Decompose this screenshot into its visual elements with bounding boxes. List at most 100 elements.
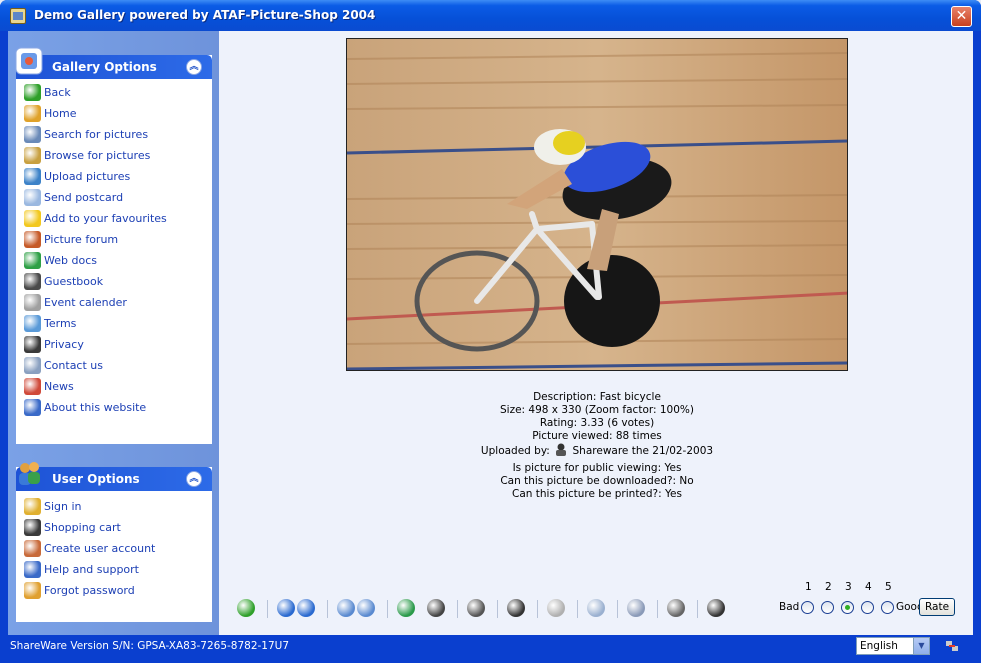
downloadable-text: Can this picture be downloaded?: No — [500, 475, 694, 487]
sidebar-item-item-label: Home — [44, 107, 77, 120]
printable-text: Can this picture be printed?: Yes — [512, 488, 682, 500]
sidebar-item-item-label: Send postcard — [44, 191, 124, 204]
globe-doc-icon — [24, 252, 41, 269]
toolbar-separator — [387, 600, 388, 618]
picture-toolbar — [219, 591, 973, 621]
window-title: Demo Gallery powered by ATAF-Picture-Sho… — [34, 8, 376, 22]
home-icon — [24, 105, 41, 122]
uploader-icon — [556, 443, 567, 456]
favourite-icon[interactable] — [427, 599, 445, 617]
sidebar-item-item-label: About this website — [44, 401, 147, 414]
user-options-header[interactable]: User Options ︽ — [16, 467, 212, 491]
user-item-item-label: Shopping cart — [44, 521, 121, 534]
rating-number-5: 5 — [885, 581, 892, 593]
magnifier-icon — [24, 126, 41, 143]
sidebar-item-item-label: Contact us — [44, 359, 103, 372]
description-text: Description: Fast bicycle — [533, 391, 661, 403]
rating-radio-1[interactable] — [801, 601, 814, 614]
user-options-title: User Options — [52, 472, 140, 486]
download-icon[interactable] — [667, 599, 685, 617]
chevron-down-icon[interactable]: ▼ — [913, 638, 929, 654]
close-button[interactable]: ✕ — [951, 6, 972, 27]
status-bar: ShareWare Version S/N: GPSA-XA83-7265-87… — [0, 635, 981, 663]
app-window: Demo Gallery powered by ATAF-Picture-Sho… — [0, 0, 981, 663]
sidebar: Gallery Options ︽ Back Home Search for pic… — [8, 31, 219, 635]
help-icon — [24, 561, 41, 578]
author-icon[interactable] — [507, 599, 525, 617]
fit-icon[interactable] — [397, 599, 415, 617]
user-item-item-label: Forgot password — [44, 584, 135, 597]
sidebar-item-item-label: Picture forum — [44, 233, 119, 246]
back-arrow-icon — [24, 84, 41, 101]
uploaded-by[interactable]: Shareware the 21/02-2003 — [573, 445, 714, 457]
public-viewing-text: Is picture for public viewing: Yes — [512, 462, 682, 474]
rating-text: Rating: 3.33 (6 votes) — [539, 417, 655, 429]
toolbar-separator — [577, 600, 578, 618]
toolbar-separator — [537, 600, 538, 618]
size-text: Size: 498 x 330 (Zoom factor: 100%) — [499, 404, 694, 416]
gallery-logo-icon — [15, 47, 43, 75]
collapse-icon[interactable]: ︽ — [186, 59, 202, 75]
bicycle-picture — [347, 39, 847, 370]
user-item-item-label: Sign in — [44, 500, 82, 513]
browse-icon — [24, 147, 41, 164]
print-icon[interactable] — [627, 599, 645, 617]
sidebar-item-item-label: Guestbook — [44, 275, 104, 288]
contact-icon — [24, 357, 41, 374]
news-icon — [24, 378, 41, 395]
rating-number-1: 1 — [805, 581, 812, 593]
language-value: English — [860, 640, 898, 652]
gallery-options-header[interactable]: Gallery Options ︽ — [16, 55, 212, 79]
zoom-out-icon[interactable] — [357, 599, 375, 617]
zoom-in-icon[interactable] — [337, 599, 355, 617]
toolbar-separator — [267, 600, 268, 618]
main-content: Description: Fast bicycle Size: 498 x 33… — [219, 31, 973, 635]
rating-number-3: 3 — [845, 581, 852, 593]
next-icon[interactable] — [297, 599, 315, 617]
people-icon — [24, 231, 41, 248]
sidebar-item-item-label: Back — [44, 86, 71, 99]
rate-button[interactable]: Rate — [919, 598, 955, 616]
forum-icon[interactable] — [467, 599, 485, 617]
title-bar[interactable]: Demo Gallery powered by ATAF-Picture-Sho… — [0, 0, 981, 31]
rating-radio-3[interactable] — [841, 601, 854, 614]
help-icon — [24, 399, 41, 416]
user-item-item-label: Create user account — [44, 542, 156, 555]
rating-radio-5[interactable] — [881, 601, 894, 614]
privacy-icon — [24, 336, 41, 353]
rating-radio-2[interactable] — [821, 601, 834, 614]
sidebar-item-item-label: News — [44, 380, 74, 393]
serial-number-text: ShareWare Version S/N: GPSA-XA83-7265-87… — [10, 640, 290, 652]
network-status-icon — [946, 641, 958, 651]
first-icon[interactable] — [277, 599, 295, 617]
users-logo-icon — [19, 462, 40, 485]
rating-bad-label: Bad — [779, 601, 800, 613]
toolbar-separator — [457, 600, 458, 618]
app-icon — [10, 8, 26, 24]
user-add-icon — [24, 540, 41, 557]
client-area: Gallery Options ︽ Back Home Search for pic… — [8, 31, 973, 635]
rating-number-2: 2 — [825, 581, 832, 593]
terms-icon — [24, 315, 41, 332]
back-icon[interactable] — [237, 599, 255, 617]
user-options-panel: User Options ︽ Sign in Shopping cart Creat… — [16, 462, 212, 622]
slideshow-icon[interactable] — [547, 599, 565, 617]
postcard-icon — [24, 189, 41, 206]
postcard-icon[interactable] — [587, 599, 605, 617]
collapse-icon[interactable]: ︽ — [186, 471, 202, 487]
sidebar-item-item-label: Event calender — [44, 296, 127, 309]
uploaded-line: Uploaded by: Shareware the 21/02-2003 — [346, 443, 848, 457]
sidebar-item-item-label: Web docs — [44, 254, 97, 267]
sidebar-item-item-label: Terms — [44, 317, 77, 330]
sidebar-item-item-label: Browse for pictures — [44, 149, 151, 162]
gallery-picture[interactable] — [346, 38, 848, 371]
language-select[interactable]: English ▼ — [856, 637, 930, 655]
user-item-item-label: Help and support — [44, 563, 139, 576]
toolbar-separator — [497, 600, 498, 618]
rating-radio-4[interactable] — [861, 601, 874, 614]
star-icon — [24, 210, 41, 227]
guestbook-icon — [24, 273, 41, 290]
add-cart-icon[interactable] — [707, 599, 725, 617]
sidebar-item-item-label: Add to your favourites — [44, 212, 167, 225]
rating-number-4: 4 — [865, 581, 872, 593]
